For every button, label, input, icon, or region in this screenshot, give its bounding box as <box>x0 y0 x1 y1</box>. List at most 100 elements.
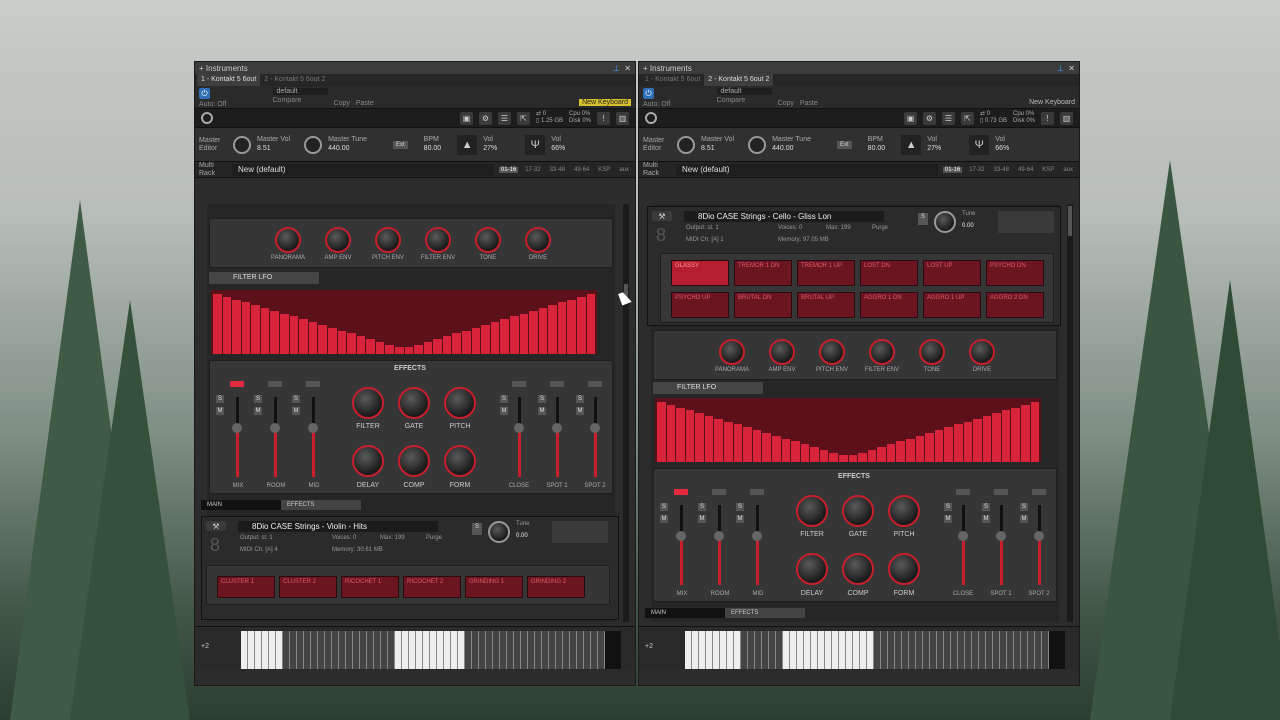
lfo-step[interactable] <box>548 305 557 354</box>
tune-knob[interactable] <box>488 521 510 543</box>
mute-button[interactable]: M <box>736 515 744 523</box>
lfo-step[interactable] <box>781 438 791 462</box>
master-vol-knob[interactable] <box>233 135 251 154</box>
rack-tab-aux[interactable]: aux <box>617 167 631 173</box>
lfo-step[interactable] <box>666 404 676 462</box>
master-tune-knob[interactable] <box>748 135 767 154</box>
tune-value[interactable]: 0.00 <box>516 533 528 539</box>
filter-lfo-display[interactable] <box>655 398 1041 462</box>
gear-icon[interactable]: ⚙ <box>479 111 492 125</box>
piano-key[interactable] <box>332 631 339 669</box>
articulation-button[interactable]: GRINDING 1 <box>465 576 523 598</box>
piano-key[interactable] <box>713 631 720 669</box>
delay-knob[interactable] <box>352 445 384 477</box>
lfo-step[interactable] <box>800 444 810 462</box>
piano-key[interactable] <box>867 631 874 669</box>
rack-tab-3[interactable]: 33-48 <box>548 167 567 173</box>
close-icon[interactable]: ✕ <box>624 64 631 73</box>
lfo-step[interactable] <box>762 432 771 462</box>
close-indicator[interactable] <box>512 381 526 387</box>
form-knob[interactable] <box>444 445 476 477</box>
lfo-step[interactable] <box>452 333 462 354</box>
pitch-knob[interactable] <box>888 495 920 527</box>
room-indicator[interactable] <box>712 489 726 495</box>
tune-knob[interactable] <box>934 211 956 233</box>
piano-key[interactable] <box>1007 631 1014 669</box>
lfo-step[interactable] <box>404 347 414 354</box>
articulation-button[interactable]: TREMOR 1 DN <box>734 260 792 286</box>
lfo-step[interactable] <box>848 455 858 462</box>
lfo-step[interactable] <box>1030 401 1040 462</box>
auto-label[interactable]: Auto: Off <box>643 101 671 108</box>
piano-key[interactable] <box>290 631 297 669</box>
ref-vol-value[interactable]: 66% <box>995 144 1009 153</box>
piano-key[interactable] <box>755 631 762 669</box>
lfo-step[interactable] <box>944 427 953 462</box>
rack-tab-4[interactable]: 49-64 <box>572 167 591 173</box>
filter-env-knob[interactable] <box>425 227 451 253</box>
spot2-fader[interactable] <box>1034 505 1044 585</box>
tab-main[interactable]: MAIN <box>645 608 725 618</box>
filter-knob[interactable] <box>352 387 384 419</box>
piano-key[interactable] <box>360 631 367 669</box>
piano-key[interactable] <box>860 631 867 669</box>
lfo-step[interactable] <box>280 313 289 354</box>
articulation-button[interactable]: TREMOR 1 UP <box>797 260 855 286</box>
tune-value[interactable]: 0.00 <box>962 223 974 229</box>
piano-key[interactable] <box>811 631 818 669</box>
piano-key[interactable] <box>591 631 598 669</box>
rack-view-icon[interactable]: ☰ <box>498 111 511 125</box>
articulation-button[interactable]: AGGRO 1 DN <box>860 292 918 318</box>
piano-key[interactable] <box>535 631 542 669</box>
articulation-button[interactable]: BRUTAL DN <box>734 292 792 318</box>
lfo-step[interactable] <box>308 322 318 354</box>
articulation-button[interactable]: GRINDING 2 <box>527 576 585 598</box>
articulation-button[interactable]: GLASSY <box>671 260 729 286</box>
warning-icon[interactable]: ! <box>597 111 610 125</box>
lfo-step[interactable] <box>222 296 232 354</box>
lfo-step[interactable] <box>270 310 280 354</box>
piano-key[interactable] <box>958 631 965 669</box>
tone-knob[interactable] <box>919 339 945 365</box>
piano-key[interactable] <box>902 631 909 669</box>
lfo-step[interactable] <box>963 421 973 462</box>
resize-icon[interactable]: ⇱ <box>961 111 974 125</box>
pin-icon[interactable]: ⊥ <box>1057 64 1068 73</box>
spot1-fader[interactable] <box>996 505 1006 585</box>
articulation-button[interactable]: LOST DN <box>860 260 918 286</box>
resize-icon[interactable]: ⇱ <box>517 111 530 125</box>
lfo-step[interactable] <box>299 319 308 354</box>
piano-key[interactable] <box>783 631 790 669</box>
lfo-step[interactable] <box>858 452 867 462</box>
lfo-step[interactable] <box>327 327 337 354</box>
lfo-step[interactable] <box>557 302 567 354</box>
piano-key[interactable] <box>874 631 881 669</box>
mix-fader[interactable] <box>232 397 242 477</box>
spot2-fader[interactable] <box>590 397 600 477</box>
lfo-step[interactable] <box>347 333 356 354</box>
comp-knob[interactable] <box>842 553 874 585</box>
lfo-step[interactable] <box>1011 407 1020 462</box>
piano-key[interactable] <box>423 631 430 669</box>
piano-key[interactable] <box>493 631 500 669</box>
lfo-step[interactable] <box>676 407 685 462</box>
piano-key[interactable] <box>1042 631 1049 669</box>
master-vol-knob[interactable] <box>677 135 695 154</box>
instrument-name[interactable]: 8Dio CASE Strings - Cello - Gliss Lon <box>684 211 884 222</box>
piano-key[interactable] <box>972 631 979 669</box>
instrument-output[interactable]: Output: st. 1 <box>686 225 719 231</box>
piano-key[interactable] <box>881 631 888 669</box>
piano-key[interactable] <box>734 631 741 669</box>
solo-button[interactable]: S <box>216 395 224 403</box>
close-fader[interactable] <box>514 397 524 477</box>
instrument-name[interactable]: 8Dio CASE Strings - Violin - Hits <box>238 521 438 532</box>
piano-key[interactable] <box>1035 631 1042 669</box>
rack-tab-aux[interactable]: aux <box>1061 167 1075 173</box>
filter-lfo-display[interactable] <box>211 290 597 354</box>
lfo-step[interactable] <box>462 330 471 354</box>
add-icon[interactable]: + <box>199 64 206 73</box>
piano-key[interactable] <box>451 631 458 669</box>
room-fader[interactable] <box>270 397 280 477</box>
lfo-step[interactable] <box>973 418 982 462</box>
lfo-step[interactable] <box>414 344 423 354</box>
